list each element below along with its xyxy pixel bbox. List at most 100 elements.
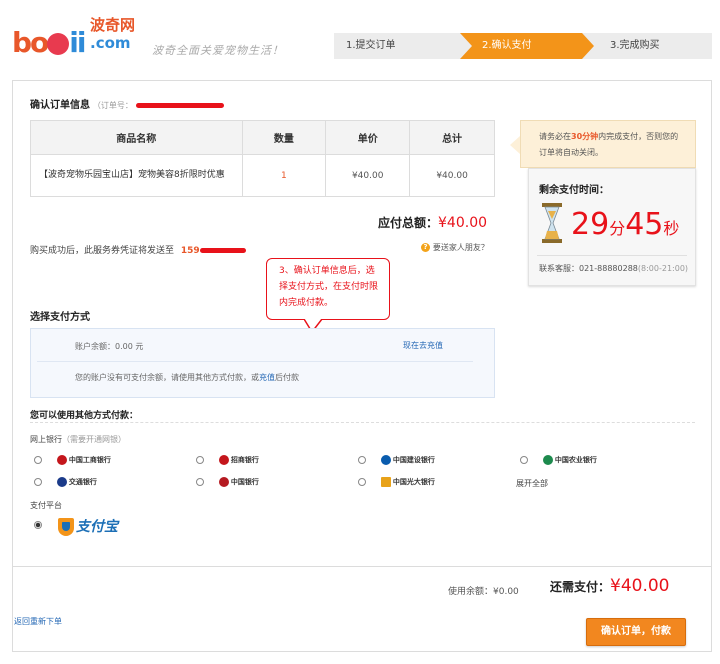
logo-com: .com: [90, 34, 131, 52]
radio-ceb[interactable]: [358, 478, 366, 487]
amount-due: 应付总额：¥40.00: [378, 214, 487, 231]
confirm-pay-button[interactable]: 确认订单，付款: [586, 618, 686, 646]
phone-prefix: 159: [180, 246, 200, 256]
balance-divider: [37, 361, 473, 362]
used-balance: 使用余额：¥0.00: [448, 584, 519, 597]
balance-label: 账户余额：: [75, 342, 115, 351]
countdown-value: 29分45秒: [571, 207, 679, 242]
slogan: 波奇全面关爱宠物生活！: [152, 44, 284, 57]
product-total: ¥40.00: [409, 154, 495, 197]
tell-friend-link[interactable]: ? 要送家人朋友？: [421, 242, 489, 253]
contact-label: 联系客服：: [539, 264, 579, 273]
radio-abc[interactable]: [520, 456, 528, 465]
question-icon: ?: [421, 243, 430, 252]
radio-cmb[interactable]: [196, 456, 204, 465]
tip-highlight: 30分钟: [571, 132, 599, 141]
table-row: 【波奇宠物乐园宝山店】宠物美容8折限时优惠 1 ¥40.00 ¥40.00: [30, 154, 495, 197]
contact-hours: (8:00-21:00): [637, 264, 689, 273]
bank-option-icbc[interactable]: 中国工商银行: [34, 452, 111, 468]
col-unit-price: 单价: [325, 120, 411, 155]
footer-divider: [12, 566, 712, 567]
countdown-minutes: 29: [571, 207, 610, 242]
hourglass-icon: [541, 203, 563, 243]
voucher-notice: 购买成功后，此服务券凭证将发送至 159: [30, 243, 246, 256]
used-balance-label: 使用余额：: [448, 587, 494, 597]
radio-alipay[interactable]: [34, 520, 42, 530]
no-balance-text: 您的账户没有可支付余额，请使用其他方式付款，或: [75, 373, 259, 382]
logo-wordmark: bo ii: [12, 26, 87, 59]
order-info-heading: 确认订单信息 （订单号：: [30, 96, 224, 111]
order-info-title: 确认订单信息: [30, 100, 90, 111]
step-confirm-payment: 2.确认支付: [460, 33, 594, 59]
alipay-option[interactable]: 支付宝: [58, 516, 118, 536]
tip-arrow: [510, 136, 520, 154]
contact-phone: 021-88880288: [579, 264, 638, 273]
alipay-shield-icon: [58, 518, 74, 536]
balance-box: 账户余额：0.00 元 现在去充值 您的账户没有可支付余额，请使用其他方式付款，…: [30, 328, 495, 398]
icbc-logo: 中国工商银行: [56, 452, 111, 469]
tell-friend-label: 要送家人朋友？: [432, 243, 489, 252]
balance-value: 0.00 元: [115, 342, 144, 351]
countdown-seconds: 45: [625, 207, 664, 242]
bank-option-ccb[interactable]: 中国建设银行: [358, 452, 435, 468]
bank-option-abc[interactable]: 中国农业银行: [520, 452, 597, 468]
no-balance-text-after: 后付款: [275, 373, 299, 382]
amount-due-label: 应付总额：: [378, 216, 439, 230]
col-product-name: 商品名称: [30, 120, 243, 155]
payment-tip: 请务必在30分钟内完成支付，否则您的订单将自动关闭。: [520, 120, 696, 168]
radio-alipay-dot[interactable]: [34, 520, 42, 529]
ceb-logo: 中国光大银行: [380, 474, 435, 491]
product-quantity: 1: [241, 154, 327, 197]
radio-icbc[interactable]: [34, 456, 42, 465]
instruction-callout: 3、确认订单信息后，选择支付方式，在支付时限内完成付款。: [266, 258, 390, 320]
cmb-logo: 招商银行: [218, 452, 259, 469]
order-number-redacted: [135, 103, 224, 108]
bank-option-ceb[interactable]: 中国光大银行: [358, 474, 435, 490]
bank-option-bocom[interactable]: 交通银行: [34, 474, 97, 490]
step-submit-order: 1.提交订单: [346, 40, 396, 51]
online-bank-note: （需要开通网银）: [62, 435, 126, 444]
product-name[interactable]: 【波奇宠物乐园宝山店】宠物美容8折限时优惠: [30, 154, 243, 197]
amount-due-value: ¥40.00: [438, 215, 488, 231]
recharge-link[interactable]: 现在去充值: [403, 340, 443, 351]
payment-platform-label: 支付平台: [30, 501, 62, 510]
boc-logo: 中国银行: [218, 474, 259, 491]
product-price: ¥40.00: [325, 154, 411, 197]
countdown-divider: [537, 255, 687, 256]
radio-boc[interactable]: [196, 478, 204, 487]
recharge-inline-link[interactable]: 充值: [259, 373, 275, 382]
online-bank-label: 网上银行: [30, 435, 62, 444]
radio-bocom[interactable]: [34, 478, 42, 487]
no-balance-notice: 您的账户没有可支付余额，请使用其他方式付款，或充值后付款: [75, 372, 299, 383]
logo-cn: 波奇网: [90, 16, 136, 34]
voucher-text: 购买成功后，此服务券凭证将发送至: [30, 246, 175, 256]
need-pay-label: 还需支付：: [550, 580, 611, 594]
bank-option-boc[interactable]: 中国银行: [196, 474, 259, 490]
countdown-label: 剩余支付时间：: [539, 185, 609, 196]
need-pay-value: ¥40.00: [610, 576, 670, 596]
other-payment-divider: [30, 422, 695, 423]
countdown-seconds-unit: 秒: [663, 219, 680, 238]
other-payment-title: 您可以使用其他方式付款：: [30, 411, 139, 421]
col-quantity: 数量: [241, 120, 327, 155]
bank-option-cmb[interactable]: 招商银行: [196, 452, 259, 468]
radio-ccb[interactable]: [358, 456, 366, 465]
online-bank-heading: 网上银行（需要开通网银）: [30, 434, 126, 445]
back-to-reorder-link[interactable]: 返回重新下单: [14, 616, 62, 627]
logo[interactable]: bo ii 波奇网 .com: [12, 14, 142, 64]
bocom-logo: 交通银行: [56, 474, 97, 491]
step-complete: 3.完成购买: [610, 40, 660, 51]
col-total: 总计: [409, 120, 495, 155]
need-to-pay: 还需支付：¥40.00: [550, 576, 670, 596]
ccb-logo: 中国建设银行: [380, 452, 435, 469]
abc-logo: 中国农业银行: [542, 452, 597, 469]
logo-mascot-icon: [47, 33, 70, 55]
payment-method-title: 选择支付方式: [30, 312, 90, 323]
order-number-label: （订单号：: [92, 101, 133, 110]
countdown-panel: 剩余支付时间： 29分45秒 联系客服：021-88880288(8:00-21…: [528, 168, 696, 286]
expand-all-banks[interactable]: 展开全部: [516, 478, 548, 489]
countdown-minutes-unit: 分: [609, 219, 626, 238]
account-balance: 账户余额：0.00 元: [75, 341, 143, 352]
phone-redacted: [199, 248, 246, 253]
used-balance-value: ¥0.00: [493, 587, 519, 597]
